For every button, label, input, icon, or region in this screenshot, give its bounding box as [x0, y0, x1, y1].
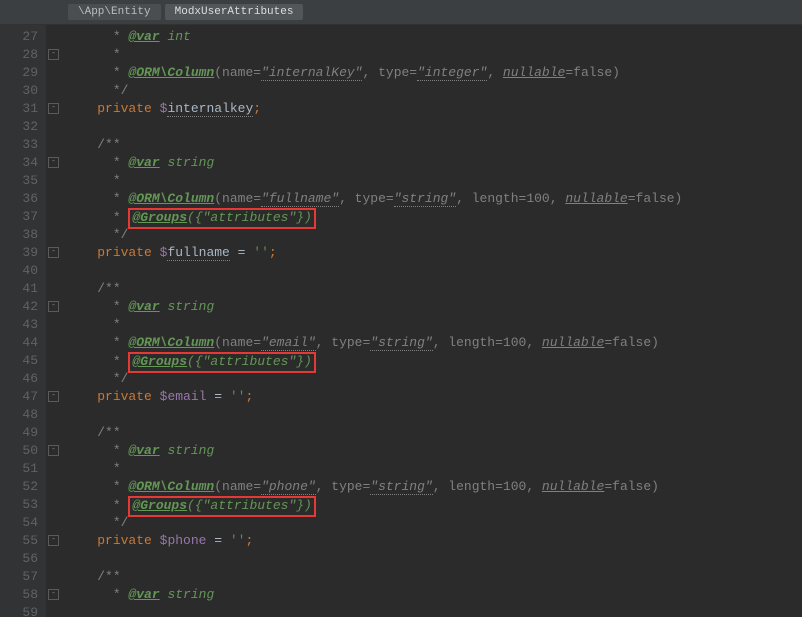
code-editor[interactable]: 2728293031323334353637383940414243444546… — [0, 25, 802, 617]
line-number: 29 — [0, 64, 46, 82]
breadcrumb: \App\Entity ModxUserAttributes — [0, 0, 802, 25]
line-number: 45 — [0, 352, 46, 370]
line-number: 49 — [0, 424, 46, 442]
code-line[interactable]: * — [66, 46, 802, 64]
code-line[interactable]: */ — [66, 226, 802, 244]
code-area[interactable]: * @var int * * @ORM\Column(name="interna… — [60, 25, 802, 617]
fold-toggle[interactable]: - — [48, 391, 59, 402]
line-number: 44 — [0, 334, 46, 352]
fold-toggle[interactable]: - — [48, 589, 59, 600]
line-number: 58 — [0, 586, 46, 604]
fold-column: - - - - - - - - - — [46, 25, 60, 617]
code-line[interactable]: /** — [66, 424, 802, 442]
line-number: 43 — [0, 316, 46, 334]
line-number: 36 — [0, 190, 46, 208]
line-number: 56 — [0, 550, 46, 568]
code-line[interactable]: */ — [66, 370, 802, 388]
code-line[interactable]: * @ORM\Column(name="phone", type="string… — [66, 478, 802, 496]
line-number: 33 — [0, 136, 46, 154]
code-line[interactable]: * @var string — [66, 154, 802, 172]
code-line[interactable]: * @Groups({"attributes"}) — [66, 208, 802, 226]
code-line[interactable]: private $internalkey; — [66, 100, 802, 118]
line-number: 54 — [0, 514, 46, 532]
line-number: 34 — [0, 154, 46, 172]
line-number: 53 — [0, 496, 46, 514]
line-number: 27 — [0, 28, 46, 46]
line-number: 52 — [0, 478, 46, 496]
code-line[interactable]: /** — [66, 568, 802, 586]
fold-toggle[interactable]: - — [48, 49, 59, 60]
fold-toggle[interactable]: - — [48, 247, 59, 258]
code-line[interactable]: /** — [66, 280, 802, 298]
line-number: 38 — [0, 226, 46, 244]
line-number: 42 — [0, 298, 46, 316]
line-number: 37 — [0, 208, 46, 226]
code-line[interactable]: */ — [66, 514, 802, 532]
fold-toggle[interactable]: - — [48, 157, 59, 168]
code-line[interactable]: * @ORM\Column(name="internalKey", type="… — [66, 64, 802, 82]
breadcrumb-class[interactable]: ModxUserAttributes — [165, 4, 304, 20]
code-line[interactable]: * @Groups({"attributes"}) — [66, 352, 802, 370]
line-number: 32 — [0, 118, 46, 136]
code-line[interactable]: private $email = ''; — [66, 388, 802, 406]
code-line[interactable]: * — [66, 172, 802, 190]
code-line[interactable]: * — [66, 316, 802, 334]
fold-toggle[interactable]: - — [48, 103, 59, 114]
line-number-gutter: 2728293031323334353637383940414243444546… — [0, 25, 46, 617]
code-line[interactable]: * — [66, 460, 802, 478]
code-line[interactable]: * @var string — [66, 586, 802, 604]
line-number: 51 — [0, 460, 46, 478]
code-line[interactable] — [66, 262, 802, 280]
line-number: 59 — [0, 604, 46, 617]
code-line[interactable] — [66, 118, 802, 136]
fold-toggle[interactable]: - — [48, 535, 59, 546]
line-number: 30 — [0, 82, 46, 100]
line-number: 46 — [0, 370, 46, 388]
code-line[interactable]: * @var int — [66, 28, 802, 46]
code-line[interactable]: /** — [66, 136, 802, 154]
code-line[interactable]: */ — [66, 82, 802, 100]
code-line[interactable] — [66, 604, 802, 617]
fold-toggle[interactable]: - — [48, 301, 59, 312]
line-number: 40 — [0, 262, 46, 280]
code-line[interactable] — [66, 406, 802, 424]
code-line[interactable]: * @var string — [66, 442, 802, 460]
code-line[interactable]: * @ORM\Column(name="email", type="string… — [66, 334, 802, 352]
code-line[interactable]: private $phone = ''; — [66, 532, 802, 550]
line-number: 35 — [0, 172, 46, 190]
code-line[interactable]: private $fullname = ''; — [66, 244, 802, 262]
line-number: 48 — [0, 406, 46, 424]
code-line[interactable]: * @ORM\Column(name="fullname", type="str… — [66, 190, 802, 208]
line-number: 39 — [0, 244, 46, 262]
breadcrumb-namespace[interactable]: \App\Entity — [68, 4, 161, 20]
line-number: 57 — [0, 568, 46, 586]
line-number: 55 — [0, 532, 46, 550]
line-number: 41 — [0, 280, 46, 298]
line-number: 47 — [0, 388, 46, 406]
line-number: 31 — [0, 100, 46, 118]
line-number: 28 — [0, 46, 46, 64]
code-line[interactable] — [66, 550, 802, 568]
line-number: 50 — [0, 442, 46, 460]
code-line[interactable]: * @var string — [66, 298, 802, 316]
fold-toggle[interactable]: - — [48, 445, 59, 456]
code-line[interactable]: * @Groups({"attributes"}) — [66, 496, 802, 514]
